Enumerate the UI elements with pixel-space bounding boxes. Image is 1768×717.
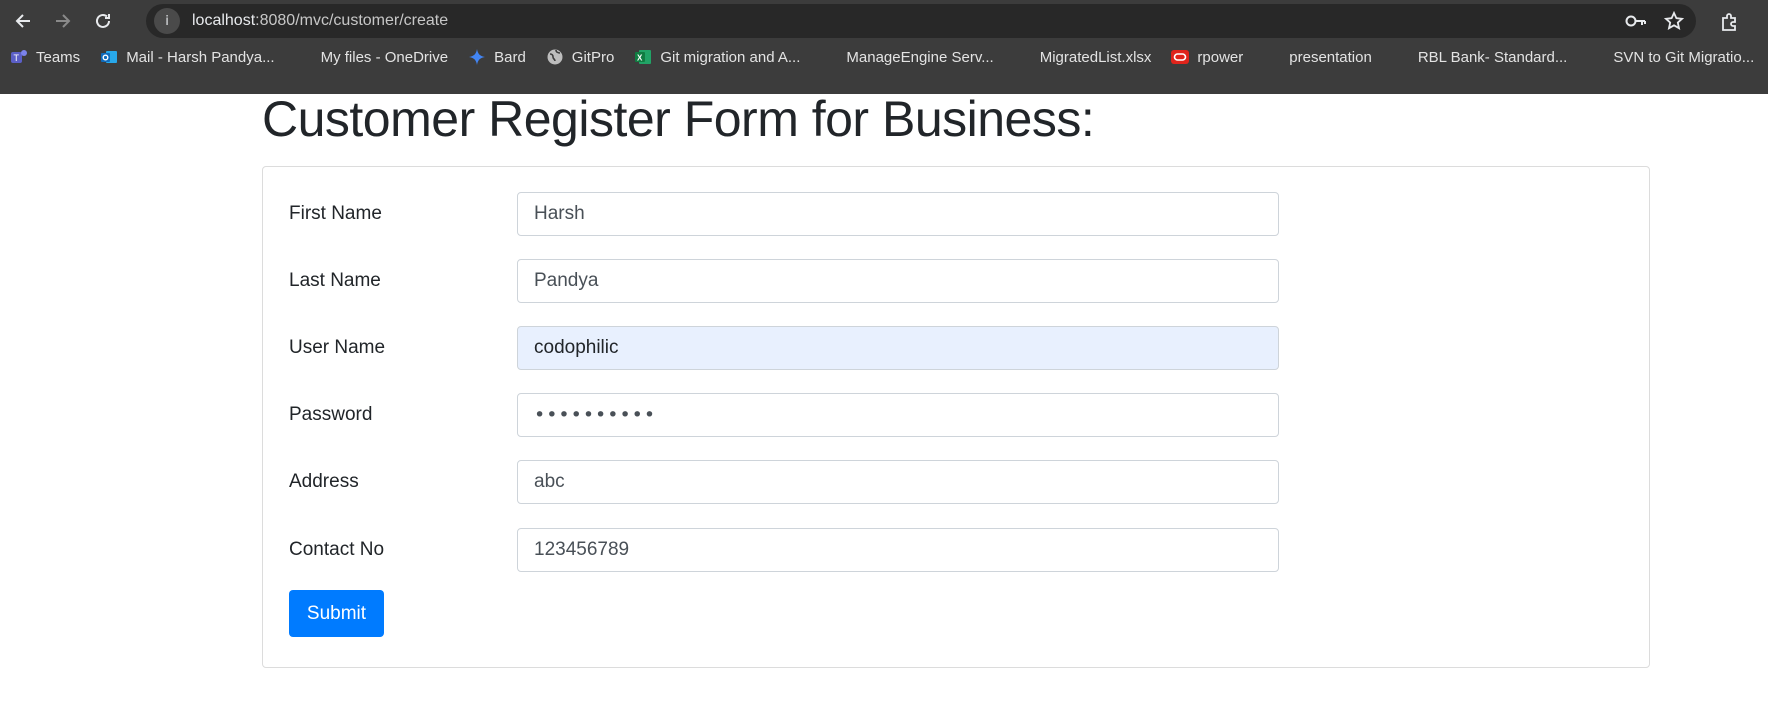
- star-icon[interactable]: [1658, 5, 1690, 37]
- address-row: Address: [289, 459, 1279, 505]
- teams-icon: T: [10, 48, 28, 66]
- browser-toolbar: i localhost:8080/mvc/customer/create: [0, 0, 1768, 42]
- bookmark-manageengine[interactable]: ManageEngine Serv...: [820, 48, 993, 66]
- bookmark-label: Mail - Harsh Pandya...: [126, 48, 275, 66]
- microsoft-icon: [1263, 48, 1281, 66]
- first-name-input[interactable]: [517, 192, 1279, 236]
- key-icon[interactable]: [1620, 5, 1652, 37]
- bookmark-label: presentation: [1289, 48, 1372, 66]
- last-name-input[interactable]: [517, 259, 1279, 303]
- extensions-icon: [1722, 13, 1736, 31]
- address-bar[interactable]: i localhost:8080/mvc/customer/create: [146, 4, 1696, 38]
- user-name-label: User Name: [289, 337, 386, 358]
- user-name-input[interactable]: [517, 326, 1279, 370]
- oracle-icon: [1171, 48, 1190, 66]
- bookmark-label: Teams: [36, 48, 81, 66]
- outlook-icon: [100, 48, 118, 66]
- address-label: Address: [289, 471, 359, 492]
- bookmark-label: ManageEngine Serv...: [846, 48, 994, 66]
- svg-text:T: T: [14, 53, 20, 63]
- bard-sparkle-icon: [468, 48, 486, 66]
- bookmark-teams[interactable]: T Teams: [10, 48, 80, 66]
- bookmark-gitpro[interactable]: GitPro: [546, 48, 615, 66]
- last-name-label: Last Name: [289, 270, 381, 291]
- address-input[interactable]: [517, 460, 1279, 504]
- contact-no-input[interactable]: [517, 528, 1279, 572]
- microsoft-icon: [1014, 48, 1032, 66]
- user-name-row: User Name: [289, 325, 1279, 371]
- globe-icon: [546, 48, 564, 66]
- bookmark-bard[interactable]: Bard: [468, 48, 526, 66]
- bookmark-label: Git migration and A...: [660, 48, 801, 66]
- url-text[interactable]: localhost:8080/mvc/customer/create: [192, 12, 1620, 30]
- last-name-row: Last Name: [289, 258, 1279, 304]
- back-button[interactable]: [3, 1, 43, 41]
- customer-register-form: First Name Last Name User Name Password …: [262, 166, 1650, 668]
- bookmark-onedrive[interactable]: My files - OneDrive: [295, 48, 449, 66]
- bookmark-svn-to-git[interactable]: SVN to Git Migratio...: [1587, 48, 1754, 66]
- microsoft-icon: [1587, 48, 1605, 66]
- bookmark-label: rpower: [1197, 48, 1244, 66]
- bookmark-presentation[interactable]: presentation: [1263, 48, 1372, 66]
- password-label: Password: [289, 404, 373, 425]
- first-name-label: First Name: [289, 203, 382, 224]
- bookmark-label: MigratedList.xlsx: [1039, 48, 1152, 66]
- back-icon: [15, 14, 30, 28]
- site-info-icon[interactable]: i: [154, 8, 180, 34]
- bookmark-label: GitPro: [571, 48, 615, 66]
- bookmark-label: Bard: [494, 48, 526, 66]
- password-row: Password: [289, 392, 1279, 438]
- bookmarks-bar: T Teams Mail - Harsh Pandya... My files …: [0, 42, 1768, 72]
- reload-button[interactable]: [83, 1, 123, 41]
- microsoft-icon: [295, 48, 313, 66]
- microsoft-icon: [1392, 48, 1410, 66]
- bookmark-git-migration[interactable]: X Git migration and A...: [634, 48, 800, 66]
- microsoft-icon: [820, 48, 838, 66]
- submit-button[interactable]: Submit: [289, 590, 384, 637]
- bookmark-rpower[interactable]: rpower: [1171, 48, 1243, 66]
- first-name-row: First Name: [289, 191, 1279, 237]
- bookmark-label: SVN to Git Migratio...: [1613, 48, 1755, 66]
- extensions-button[interactable]: [1714, 6, 1746, 38]
- excel-icon: X: [634, 48, 652, 66]
- page-title: Customer Register Form for Business:: [262, 91, 1095, 147]
- password-input[interactable]: [517, 393, 1279, 437]
- forward-button[interactable]: [43, 1, 83, 41]
- bookmark-mail[interactable]: Mail - Harsh Pandya...: [100, 48, 275, 66]
- bookmark-label: RBL Bank- Standard...: [1417, 48, 1568, 66]
- bookmark-label: My files - OneDrive: [320, 48, 449, 66]
- contact-no-row: Contact No: [289, 527, 1279, 573]
- bookmark-rbl-bank[interactable]: RBL Bank- Standard...: [1392, 48, 1568, 66]
- bookmark-migratedlist[interactable]: MigratedList.xlsx: [1014, 48, 1152, 66]
- svg-text:X: X: [637, 54, 643, 63]
- forward-icon: [56, 14, 71, 28]
- url-host: localhost: [192, 12, 256, 29]
- reload-icon: [96, 13, 110, 28]
- contact-no-label: Contact No: [289, 539, 385, 560]
- url-path: :8080/mvc/customer/create: [255, 12, 449, 29]
